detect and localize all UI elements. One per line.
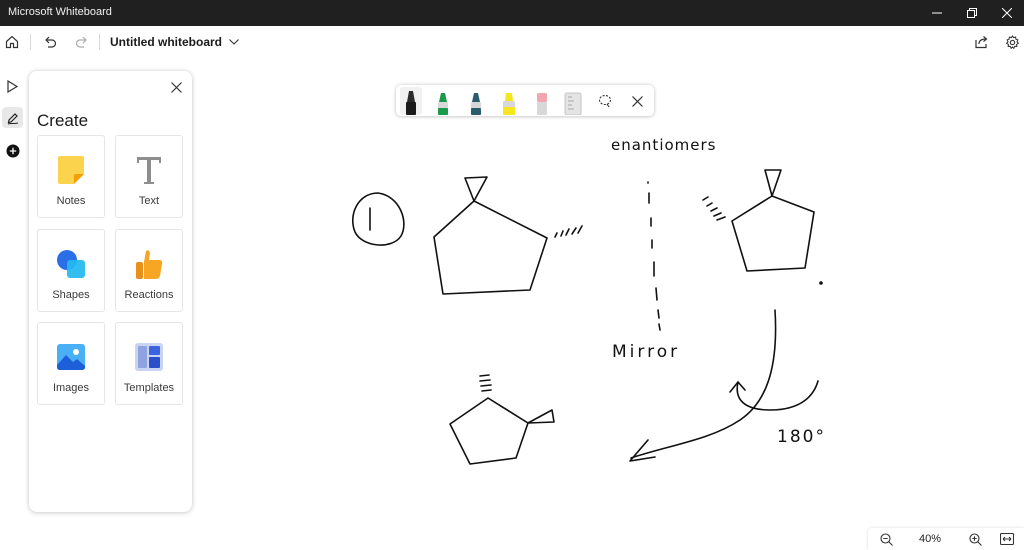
share-icon bbox=[975, 36, 988, 49]
close-icon bbox=[1002, 8, 1012, 18]
image-icon bbox=[55, 341, 87, 373]
undo-icon bbox=[45, 36, 57, 48]
chevron-down-icon bbox=[229, 39, 239, 45]
pen-icon bbox=[471, 93, 481, 115]
add-button[interactable] bbox=[2, 140, 23, 161]
select-cursor-icon bbox=[7, 80, 19, 93]
undo-button[interactable] bbox=[39, 31, 61, 53]
zoom-in-button[interactable] bbox=[967, 531, 983, 547]
title-bar: Microsoft Whiteboard bbox=[0, 0, 1024, 26]
fit-to-screen-button[interactable] bbox=[999, 531, 1015, 547]
zoom-out-icon bbox=[879, 532, 893, 546]
zoom-bar: 40% bbox=[868, 528, 1024, 550]
window-title: Microsoft Whiteboard bbox=[8, 6, 112, 18]
lasso-icon bbox=[598, 94, 612, 108]
shapes-icon bbox=[55, 248, 87, 280]
reactions-tile[interactable]: Reactions bbox=[115, 229, 183, 312]
pen-icon bbox=[438, 93, 448, 115]
home-button[interactable] bbox=[1, 31, 23, 53]
toolbar-divider bbox=[30, 34, 31, 50]
images-tile[interactable]: Images bbox=[37, 322, 105, 405]
inking-toolbar bbox=[396, 85, 654, 116]
pen-icon bbox=[7, 112, 18, 125]
board-name-button[interactable]: Untitled whiteboard bbox=[110, 35, 239, 49]
notes-tile[interactable]: Notes bbox=[37, 135, 105, 218]
text-tile[interactable]: Text bbox=[115, 135, 183, 218]
text-icon bbox=[133, 154, 165, 186]
ink-label-degrees: 180° bbox=[777, 427, 826, 447]
templates-tile[interactable]: Templates bbox=[115, 322, 183, 405]
templates-icon bbox=[133, 341, 165, 373]
ruler-icon bbox=[564, 92, 582, 115]
tile-label: Images bbox=[52, 382, 90, 394]
zoom-level: 40% bbox=[918, 533, 942, 545]
create-panel: Create Notes Text Shapes Reactions Image… bbox=[29, 71, 192, 512]
black-pen-tool[interactable] bbox=[400, 87, 422, 115]
eraser-icon bbox=[537, 93, 547, 115]
redo-button[interactable] bbox=[71, 31, 93, 53]
zoom-in-icon bbox=[968, 532, 982, 546]
shapes-tile[interactable]: Shapes bbox=[37, 229, 105, 312]
close-icon bbox=[631, 95, 643, 107]
fit-screen-icon bbox=[1000, 533, 1014, 545]
panel-title: Create bbox=[37, 111, 89, 130]
ink-label-mirror: Mirror bbox=[612, 342, 681, 362]
minimize-button[interactable] bbox=[920, 0, 954, 26]
tile-label: Templates bbox=[123, 382, 175, 394]
highlighter-icon bbox=[503, 93, 515, 115]
close-window-button[interactable] bbox=[990, 0, 1024, 26]
green-pen-tool[interactable] bbox=[432, 87, 454, 115]
left-rail bbox=[0, 70, 26, 510]
share-button[interactable] bbox=[970, 31, 992, 53]
board-name: Untitled whiteboard bbox=[110, 35, 222, 49]
whiteboard-app: Microsoft Whiteboard Untitled whiteboard bbox=[0, 0, 1024, 550]
settings-button[interactable] bbox=[1001, 31, 1023, 53]
close-panel-button[interactable] bbox=[168, 79, 184, 95]
restore-button[interactable] bbox=[955, 0, 989, 26]
close-icon bbox=[170, 81, 182, 93]
close-inking-button[interactable] bbox=[626, 87, 648, 115]
settings-icon bbox=[1005, 34, 1019, 49]
tile-label: Reactions bbox=[124, 289, 174, 301]
ruler-tool[interactable] bbox=[562, 87, 584, 115]
eraser-tool[interactable] bbox=[531, 87, 553, 115]
thumbs-up-icon bbox=[133, 248, 165, 280]
zoom-out-button[interactable] bbox=[878, 531, 894, 547]
tile-label: Notes bbox=[56, 195, 86, 207]
add-icon bbox=[6, 144, 19, 157]
pen-tool-button[interactable] bbox=[2, 107, 23, 128]
yellow-highlighter-tool[interactable] bbox=[498, 87, 520, 115]
minimize-icon bbox=[932, 12, 942, 14]
redo-icon bbox=[75, 36, 87, 48]
sticky-note-icon bbox=[55, 154, 87, 186]
home-icon bbox=[5, 35, 19, 49]
app-toolbar: Untitled whiteboard bbox=[0, 26, 1024, 58]
toolbar-divider bbox=[99, 34, 100, 50]
select-tool-button[interactable] bbox=[2, 76, 23, 97]
tile-label: Shapes bbox=[52, 289, 90, 301]
pen-icon bbox=[406, 91, 416, 115]
ink-label-enantiomers: enantiomers bbox=[611, 136, 717, 154]
lasso-tool[interactable] bbox=[594, 87, 616, 115]
teal-pen-tool[interactable] bbox=[465, 87, 487, 115]
tile-label: Text bbox=[138, 195, 160, 207]
restore-icon bbox=[967, 8, 977, 18]
